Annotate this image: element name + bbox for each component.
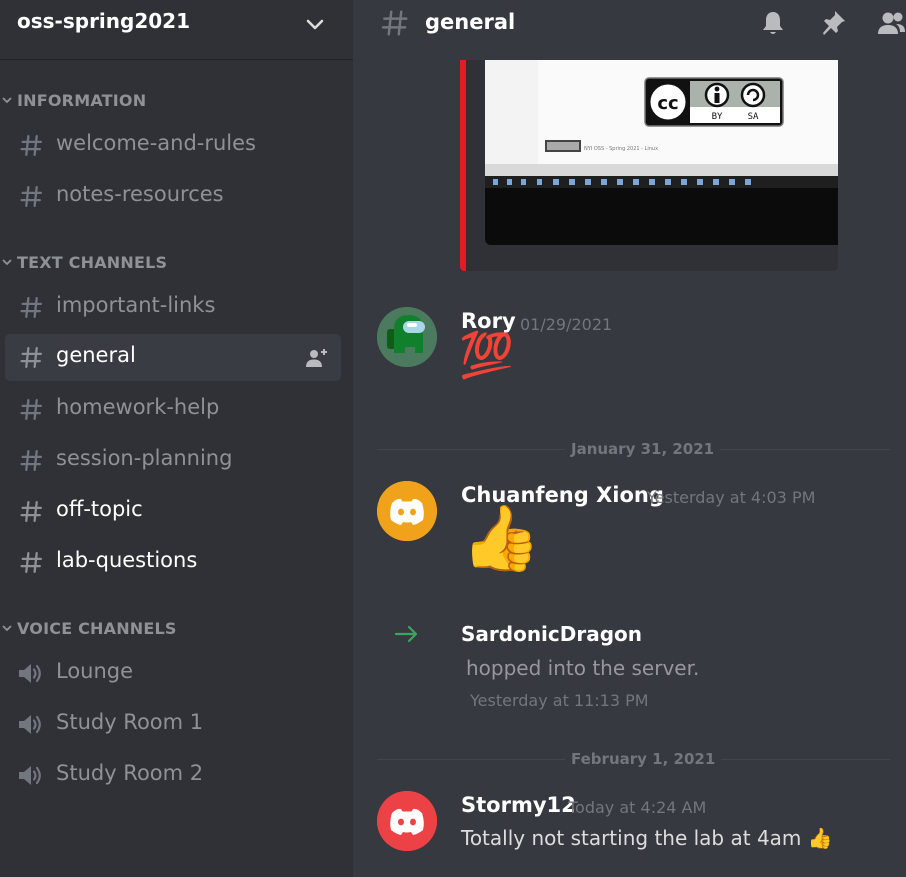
bell-icon[interactable] <box>758 8 788 38</box>
hashtag-icon <box>20 134 43 157</box>
hashtag-icon <box>20 346 43 369</box>
message-embed: cc BY SA NYI OSS - Spring 2021 - Linux <box>460 60 838 271</box>
category-label: INFORMATION <box>17 91 147 110</box>
embed-accent-bar <box>460 60 466 271</box>
date-divider-label: February 1, 2021 <box>565 750 722 768</box>
voice-channel-study-room-1[interactable]: Study Room 1 <box>5 701 341 748</box>
message-timestamp: Today at 4:24 AM <box>568 798 707 817</box>
emoji-100[interactable]: 💯 <box>459 334 514 378</box>
hashtag-icon <box>20 500 43 523</box>
avatar[interactable] <box>377 307 437 367</box>
channel-homework-help[interactable]: homework-help <box>5 386 341 433</box>
channel-name: welcome-and-rules <box>56 131 257 155</box>
hashtag-icon <box>20 449 43 472</box>
server-name: oss-spring2021 <box>17 9 191 33</box>
category-voice-channels[interactable]: VOICE CHANNELS <box>0 618 353 640</box>
message-timestamp: Yesterday at 4:03 PM <box>647 488 816 507</box>
speaker-icon <box>19 664 41 683</box>
channel-title: general <box>425 10 516 34</box>
hashtag-icon <box>20 551 43 574</box>
pin-icon[interactable] <box>818 8 848 38</box>
channel-name: Study Room 1 <box>56 710 204 734</box>
hashtag-icon <box>381 10 408 36</box>
chevron-down-icon <box>2 259 12 266</box>
channel-name: off-topic <box>56 497 143 521</box>
join-arrow-icon <box>394 625 418 643</box>
system-message-text: hopped into the server. <box>466 656 700 680</box>
channel-name: notes-resources <box>56 182 224 206</box>
avatar[interactable] <box>377 791 437 851</box>
server-header[interactable]: oss-spring2021 <box>0 0 353 60</box>
channel-name: lab-questions <box>56 548 198 572</box>
channel-header: general <box>353 0 906 48</box>
embed-image[interactable]: cc BY SA NYI OSS - Spring 2021 - Linux <box>485 60 838 245</box>
channel-sidebar: oss-spring2021 INFORMATION welcome-and-r… <box>0 0 353 877</box>
category-label: TEXT CHANNELS <box>17 253 168 272</box>
category-text-channels[interactable]: TEXT CHANNELS <box>0 252 353 274</box>
message-text-content: Totally not starting the lab at 4am <box>461 826 802 850</box>
speaker-icon <box>19 715 41 734</box>
channel-notes-resources[interactable]: notes-resources <box>5 173 341 220</box>
cc-by-label: BY <box>712 112 723 122</box>
invite-member-icon[interactable] <box>305 347 329 369</box>
message-text: Totally not starting the lab at 4am 👍 <box>461 826 833 850</box>
chat-area: general cc BY SA NYI OSS - Spring 2021 -… <box>353 0 906 877</box>
channel-lab-questions[interactable]: lab-questions <box>5 539 341 586</box>
channel-name: important-links <box>56 293 216 317</box>
emoji-thumbs-up[interactable]: 👍 <box>808 826 833 850</box>
hashtag-icon <box>20 398 43 421</box>
channel-name: general <box>56 343 136 367</box>
hashtag-icon <box>20 185 43 208</box>
channel-name: Study Room 2 <box>56 761 204 785</box>
date-divider-label: January 31, 2021 <box>565 440 721 458</box>
message-timestamp: Yesterday at 11:13 PM <box>470 691 649 710</box>
category-label: VOICE CHANNELS <box>17 619 177 638</box>
channel-welcome-and-rules[interactable]: welcome-and-rules <box>5 122 341 169</box>
channel-session-planning[interactable]: session-planning <box>5 437 341 484</box>
channel-name: session-planning <box>56 446 233 470</box>
system-message-author[interactable]: SardonicDragon <box>461 622 642 646</box>
channel-name: Lounge <box>56 659 134 683</box>
message-author[interactable]: Stormy12 <box>461 793 576 817</box>
channel-off-topic[interactable]: off-topic <box>5 488 341 535</box>
speaker-icon <box>19 766 41 785</box>
member-list-icon[interactable] <box>876 8 906 38</box>
message-timestamp: 01/29/2021 <box>520 315 613 334</box>
emoji-thumbs-up[interactable]: 👍 <box>461 507 541 571</box>
voice-channel-lounge[interactable]: Lounge <box>5 650 341 697</box>
embed-footer-text: NYI OSS - Spring 2021 - Linux <box>584 146 658 152</box>
hashtag-icon <box>20 296 43 319</box>
voice-channel-study-room-2[interactable]: Study Room 2 <box>5 752 341 799</box>
channel-important-links[interactable]: important-links <box>5 284 341 331</box>
cc-sa-label: SA <box>748 112 759 122</box>
channel-general[interactable]: general <box>5 334 341 381</box>
category-information[interactable]: INFORMATION <box>0 90 353 112</box>
chevron-down-icon <box>2 625 12 632</box>
chevron-down-icon <box>2 97 12 104</box>
chevron-down-icon[interactable] <box>304 13 326 35</box>
cc-logo-text: cc <box>657 93 678 114</box>
avatar[interactable] <box>377 481 437 541</box>
channel-name: homework-help <box>56 395 220 419</box>
